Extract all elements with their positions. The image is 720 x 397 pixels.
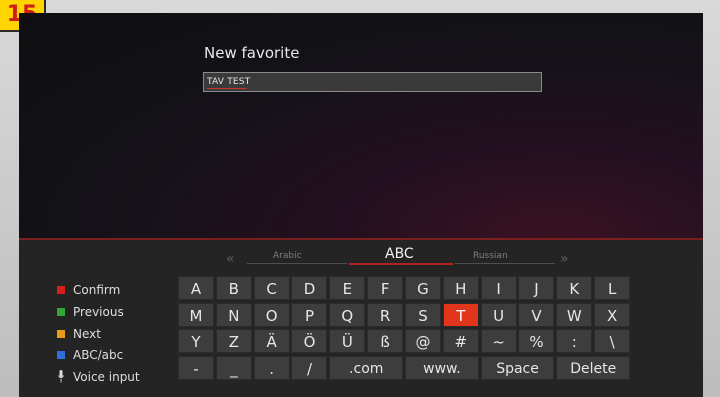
dialog-area: New favorite TAV TEST xyxy=(19,13,703,238)
tv-screen: New favorite TAV TEST « Arabic ABC Russi… xyxy=(19,13,703,397)
key-f[interactable]: F xyxy=(367,276,404,300)
green-key-icon xyxy=(57,307,65,316)
key-sym3-2[interactable]: . xyxy=(253,356,290,381)
key-sym3-3[interactable]: / xyxy=(291,356,328,381)
key-sym2-10[interactable]: : xyxy=(556,329,593,354)
yellow-key-icon xyxy=(57,329,65,338)
legend-previous-label: Previous xyxy=(73,304,124,319)
red-key-icon xyxy=(57,286,65,294)
lang-next-line xyxy=(455,263,555,264)
key-b[interactable]: B xyxy=(215,276,252,300)
lang-current-label[interactable]: ABC xyxy=(385,246,414,262)
lang-next-label[interactable]: Russian xyxy=(473,251,508,261)
color-key-legend: Confirm Previous Next ABC/abc Voice inpu… xyxy=(57,281,140,390)
legend-previous: Previous xyxy=(57,303,140,325)
key-o[interactable]: O xyxy=(253,302,290,327)
key-sym2-5[interactable]: ß xyxy=(367,329,404,354)
legend-voice: Voice input xyxy=(57,368,140,390)
key-k[interactable]: K xyxy=(556,276,593,300)
lang-prev-arrow-icon[interactable]: « xyxy=(226,251,235,267)
favorite-name-value: TAV TEST xyxy=(207,77,251,87)
key-j[interactable]: J xyxy=(518,276,555,300)
key-t[interactable]: T xyxy=(442,302,479,327)
tv-frame: 15 New favorite TAV TEST « Arabic ABC Ru… xyxy=(0,0,720,397)
microphone-icon xyxy=(58,370,64,383)
key-d[interactable]: D xyxy=(291,276,328,300)
spell-underline xyxy=(207,88,247,89)
key-sym3-0[interactable]: - xyxy=(178,356,214,381)
key-g[interactable]: G xyxy=(404,276,441,300)
key-m[interactable]: M xyxy=(178,302,214,327)
key-z[interactable]: Z xyxy=(215,329,252,354)
blue-key-icon xyxy=(57,351,65,360)
key-p[interactable]: P xyxy=(291,302,328,327)
legend-abc-label: ABC/abc xyxy=(73,348,124,363)
key-u[interactable]: U xyxy=(480,302,517,327)
key-com[interactable]: .com xyxy=(329,356,404,381)
key-sym2-11[interactable]: \ xyxy=(594,329,631,354)
key-s[interactable]: S xyxy=(404,302,441,327)
key-a[interactable]: A xyxy=(178,276,214,300)
key-c[interactable]: C xyxy=(253,276,290,300)
key-y[interactable]: Y xyxy=(178,329,214,354)
key-n[interactable]: N xyxy=(215,302,252,327)
key-space[interactable]: Space xyxy=(480,356,555,381)
key-sym3-1[interactable]: _ xyxy=(215,356,252,381)
key-sym2-3[interactable]: Ö xyxy=(291,329,328,354)
key-w[interactable]: W xyxy=(556,302,593,327)
legend-confirm-label: Confirm xyxy=(73,283,121,297)
legend-voice-label: Voice input xyxy=(73,370,140,385)
key-sym2-8[interactable]: ~ xyxy=(480,329,517,354)
legend-confirm: Confirm xyxy=(57,281,140,303)
legend-next-label: Next xyxy=(73,326,101,341)
key-r[interactable]: R xyxy=(367,302,404,327)
key-sym2-7[interactable]: # xyxy=(442,329,479,354)
dialog-title: New favorite xyxy=(204,44,300,62)
lang-next-arrow-icon[interactable]: » xyxy=(560,251,569,267)
key-v[interactable]: V xyxy=(518,302,555,327)
key-i[interactable]: I xyxy=(480,276,517,300)
key-delete[interactable]: Delete xyxy=(556,356,631,381)
key-sym2-6[interactable]: @ xyxy=(404,329,441,354)
key-www[interactable]: www. xyxy=(404,356,479,381)
legend-abc: ABC/abc xyxy=(57,346,140,368)
key-sym2-9[interactable]: % xyxy=(518,329,555,354)
favorite-name-input[interactable]: TAV TEST xyxy=(203,72,542,92)
key-e[interactable]: E xyxy=(329,276,366,300)
key-sym2-4[interactable]: Ü xyxy=(329,329,366,354)
key-q[interactable]: Q xyxy=(329,302,366,327)
key-l[interactable]: L xyxy=(594,276,631,300)
legend-next: Next xyxy=(57,325,140,347)
lang-prev-line xyxy=(247,263,347,264)
lang-current-underline xyxy=(349,263,453,265)
key-h[interactable]: H xyxy=(442,276,479,300)
key-sym2-2[interactable]: Ä xyxy=(253,329,290,354)
key-x[interactable]: X xyxy=(594,302,631,327)
lang-prev-label[interactable]: Arabic xyxy=(273,251,302,261)
